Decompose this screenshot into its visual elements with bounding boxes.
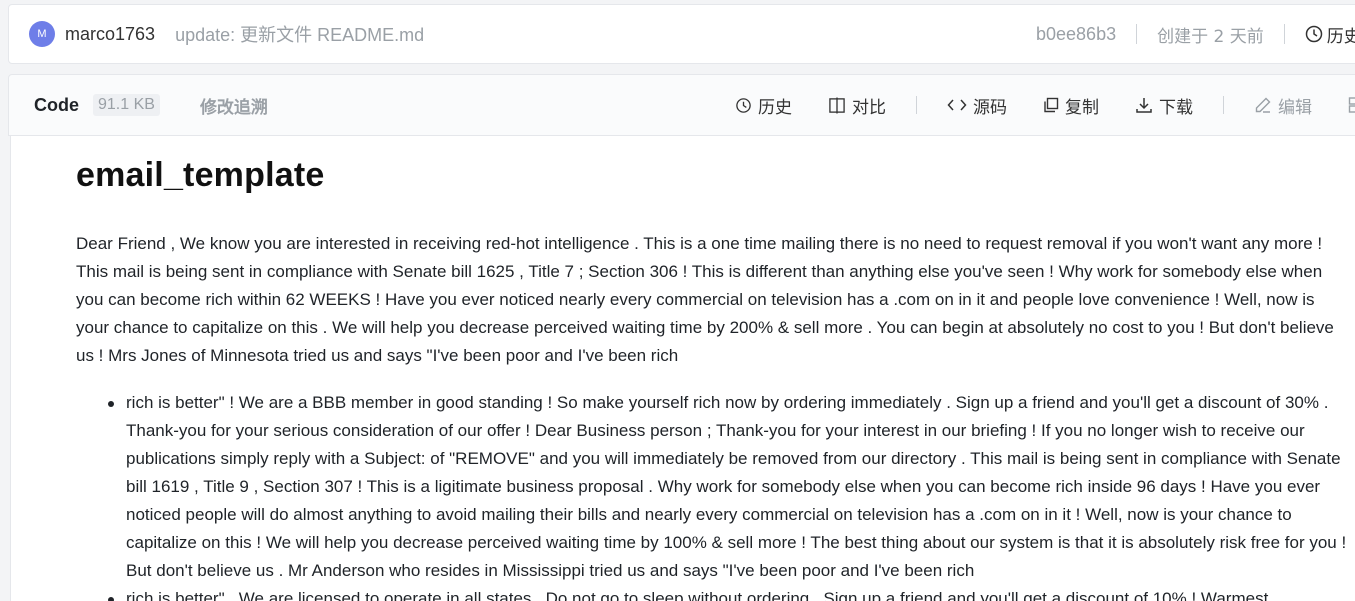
- history-button[interactable]: 历史: [735, 93, 792, 118]
- history-link[interactable]: 历史: [1305, 22, 1355, 47]
- list-item: rich is better" ! We are a BBB member in…: [76, 389, 1348, 585]
- tab-code[interactable]: Code: [34, 95, 79, 116]
- layout-icon: [1348, 97, 1355, 113]
- file-size-badge: 91.1 KB: [93, 94, 160, 116]
- compare-icon: [829, 96, 845, 114]
- file-header: Code 91.1 KB 修改追溯 历史 对比 源码 复制 下载 编辑: [8, 74, 1355, 136]
- compare-button-label: 对比: [852, 97, 886, 118]
- compare-button[interactable]: 对比: [828, 93, 886, 118]
- history-link-label: 历史: [1326, 26, 1355, 47]
- commit-author[interactable]: marco1763: [65, 24, 155, 45]
- source-button-label: 源码: [973, 97, 1007, 118]
- edit-button[interactable]: 编辑: [1254, 93, 1312, 118]
- tab-blame[interactable]: 修改追溯: [200, 93, 268, 118]
- code-icon: [947, 99, 967, 111]
- list-item: rich is better" . We are licensed to ope…: [76, 585, 1348, 601]
- pencil-icon: [1255, 97, 1271, 113]
- commit-hash[interactable]: b0ee86b3: [1036, 24, 1116, 45]
- more-button[interactable]: [1348, 96, 1355, 114]
- copy-icon: [1044, 97, 1059, 113]
- divider: [1283, 24, 1285, 44]
- copy-button-label: 复制: [1065, 97, 1099, 118]
- divider: [1136, 24, 1138, 44]
- history-button-label: 历史: [758, 97, 792, 118]
- download-button[interactable]: 下载: [1135, 93, 1193, 118]
- document-paragraph: Dear Friend , We know you are interested…: [76, 234, 1334, 365]
- clock-icon: [736, 97, 751, 113]
- commit-bar: M marco1763 update: 更新文件 README.md b0ee8…: [8, 4, 1355, 64]
- avatar[interactable]: M: [29, 21, 55, 47]
- edit-button-label: 编辑: [1278, 97, 1312, 118]
- clock-icon: [1305, 25, 1322, 43]
- created-time: 创建于 2 天前: [1157, 26, 1264, 47]
- file-toolbar: 历史 对比 源码 复制 下载 编辑: [735, 75, 1355, 135]
- divider: [1223, 96, 1224, 114]
- bullet-list: rich is better" ! We are a BBB member in…: [76, 389, 1348, 601]
- divider: [916, 96, 917, 114]
- download-button-label: 下载: [1159, 97, 1193, 118]
- download-icon: [1136, 98, 1152, 113]
- source-button[interactable]: 源码: [947, 93, 1007, 118]
- markdown-content: email_template Dear Friend , We know you…: [10, 136, 1355, 601]
- commit-message[interactable]: update: 更新文件 README.md: [175, 21, 424, 47]
- document-title: email_template: [76, 156, 325, 194]
- copy-button[interactable]: 复制: [1043, 93, 1099, 118]
- commit-meta: b0ee86b3 创建于 2 天前 历史: [1036, 5, 1355, 63]
